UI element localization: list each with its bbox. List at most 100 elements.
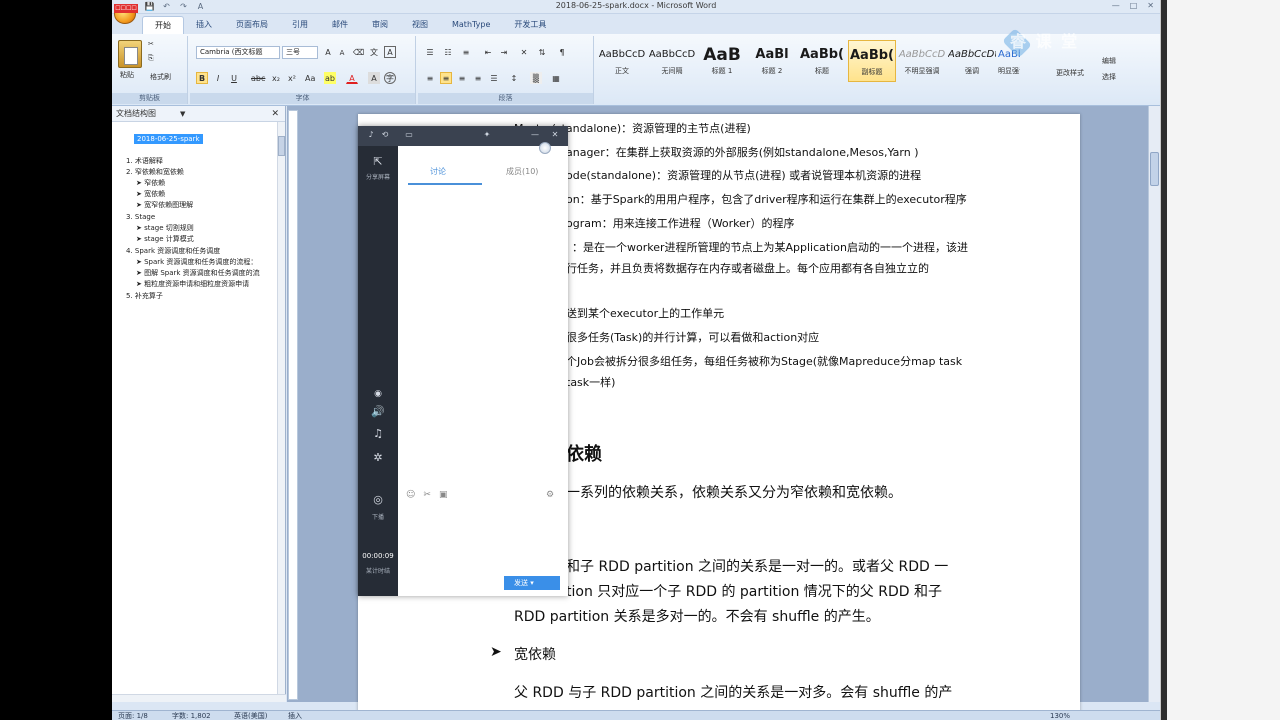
format-painter-button[interactable]: 格式刷 [150, 72, 171, 82]
map-item[interactable]: ➤ stage 计算模式 [136, 234, 194, 244]
status-mode[interactable]: 插入 [288, 711, 302, 720]
map-item[interactable]: 1. 术语解释 [126, 156, 163, 166]
align-left-icon[interactable]: ≡ [424, 72, 436, 84]
borders-icon[interactable]: ▦ [550, 72, 562, 84]
shrink-font-icon[interactable]: A [336, 46, 348, 58]
underline-button[interactable]: U [228, 72, 240, 84]
document-map-scrollbar[interactable] [277, 122, 285, 700]
style-heading-1[interactable]: AaB 标题 1 [698, 40, 746, 82]
tab-page-layout[interactable]: 页面布局 [224, 16, 280, 34]
copy-icon[interactable]: ⎘ [148, 54, 154, 63]
settings-icon[interactable]: ✲ [368, 450, 388, 466]
style-heading-2[interactable]: AaBl 标题 2 [748, 40, 796, 82]
italic-button[interactable]: I [212, 72, 224, 84]
status-language[interactable]: 英语(美国) [234, 711, 267, 720]
close-icon[interactable]: ✕ [550, 130, 560, 140]
tab-developer[interactable]: 开发工具 [502, 16, 558, 34]
multilevel-list-icon[interactable]: ≡ [460, 46, 472, 58]
align-right-icon[interactable]: ≡ [456, 72, 468, 84]
decrease-indent-icon[interactable]: ⇤ [482, 46, 494, 58]
image-icon[interactable]: ▣ [439, 490, 448, 500]
justify-icon[interactable]: ≡ [472, 72, 484, 84]
music-icon[interactable]: ♫ [368, 426, 388, 442]
map-item[interactable]: ➤ 宽依赖 [136, 189, 165, 199]
speaker-icon[interactable]: 🔊 [368, 404, 388, 420]
bold-button[interactable]: B [196, 72, 208, 84]
cut-icon[interactable]: ✂ [148, 40, 154, 48]
tab-home[interactable]: 开始 [142, 16, 184, 34]
map-item[interactable]: ➤ stage 切割规则 [136, 223, 194, 233]
scissors-icon[interactable]: ✂ [423, 490, 431, 500]
end-class-label[interactable]: 下播 [358, 512, 398, 521]
drag-handle-icon[interactable] [539, 142, 551, 154]
char-border-icon[interactable]: A [384, 46, 396, 58]
map-item[interactable]: ➤ Spark 资源调度和任务调度的流程： [136, 257, 257, 267]
tab-references[interactable]: 引用 [280, 16, 320, 34]
bullets-icon[interactable]: ☰ [424, 46, 436, 58]
style-subtle-emphasis[interactable]: AaBbCcD 不明显强调 [898, 40, 946, 82]
change-styles-button[interactable]: 更改样式 [1056, 68, 1084, 78]
office-button[interactable]: ☐☐☐☐ [114, 4, 138, 24]
tab-mailings[interactable]: 邮件 [320, 16, 360, 34]
map-item[interactable]: ➤ 窄依赖 [136, 178, 165, 188]
shading-icon[interactable]: ▒ [530, 72, 542, 84]
enclose-char-icon[interactable]: 字 [384, 72, 396, 84]
style-title[interactable]: AaBb( 标题 [798, 40, 846, 82]
scroll-thumb[interactable] [1150, 152, 1159, 186]
share-icon[interactable]: ⟲ [380, 130, 390, 140]
font-name-select[interactable]: Cambria (西文标题 [196, 46, 280, 59]
minimize-button[interactable]: — [1112, 1, 1120, 10]
map-item[interactable]: ➤ 粗粒度资源申请和细粒度资源申请 [136, 279, 249, 289]
distribute-icon[interactable]: ☰ [488, 72, 500, 84]
tab-members[interactable]: 成员(10) [506, 166, 538, 177]
map-item[interactable]: 2. 窄依赖和宽依赖 [126, 167, 184, 177]
phonetic-guide-icon[interactable]: 文 [368, 46, 380, 58]
document-scrollbar[interactable] [1148, 106, 1160, 702]
send-button[interactable]: 发送 ▾ [504, 576, 560, 590]
highlight-button[interactable]: ab [324, 72, 336, 84]
show-marks-icon[interactable]: ¶ [556, 46, 568, 58]
tab-discussion[interactable]: 讨论 [430, 166, 446, 177]
map-item[interactable]: 4. Spark 资源调度和任务调度 [126, 246, 220, 256]
subscript-button[interactable]: x₂ [270, 72, 282, 84]
strikethrough-button[interactable]: abc [250, 72, 266, 84]
style-subtitle[interactable]: AaBb( 副标题 [848, 40, 896, 82]
map-item[interactable]: ➤ 宽窄依赖图理解 [136, 200, 193, 210]
tab-review[interactable]: 审阅 [360, 16, 400, 34]
map-item[interactable]: 3. Stage [126, 212, 155, 222]
window-icon[interactable]: ▭ [404, 130, 414, 140]
emoji-icon[interactable]: ☺ [406, 490, 415, 500]
increase-indent-icon[interactable]: ⇥ [498, 46, 510, 58]
select-button[interactable]: 选择 [1102, 72, 1116, 82]
superscript-button[interactable]: x² [286, 72, 298, 84]
gear-icon[interactable]: ⚙ [546, 490, 554, 500]
chinese-layout-icon[interactable]: ✕ [518, 46, 530, 58]
char-shading-icon[interactable]: A [368, 72, 380, 84]
tab-view[interactable]: 视图 [400, 16, 440, 34]
align-center-icon[interactable]: ≡ [440, 72, 452, 84]
change-case-button[interactable]: Aa [304, 72, 316, 84]
scroll-thumb[interactable] [278, 136, 285, 156]
status-zoom[interactable]: 130% [1050, 711, 1070, 720]
map-item-doc[interactable]: 2018-06-25-spark [134, 134, 203, 144]
map-item[interactable]: 5. 补充算子 [126, 291, 163, 301]
style-no-spacing[interactable]: AaBbCcD 无间隔 [648, 40, 696, 82]
paste-label[interactable]: 粘贴 [120, 70, 134, 80]
close-icon[interactable]: ✕ [271, 106, 279, 122]
paste-icon[interactable] [118, 40, 142, 68]
style-emphasis[interactable]: AaBbCcDt 强调 [948, 40, 996, 82]
font-color-button[interactable]: A [346, 72, 358, 84]
sort-icon[interactable]: ⇅ [536, 46, 548, 58]
maximize-button[interactable]: □ [1130, 1, 1138, 10]
style-normal[interactable]: AaBbCcD 正文 [598, 40, 646, 82]
edit-button[interactable]: 编辑 [1102, 56, 1116, 66]
status-page[interactable]: 页面: 1/8 [118, 711, 148, 720]
document-map-hscrollbar[interactable] [112, 694, 286, 702]
status-words[interactable]: 字数: 1,802 [172, 711, 211, 720]
tab-insert[interactable]: 插入 [184, 16, 224, 34]
map-item[interactable]: ➤ 图解 Spark 资源调度和任务调度的流 [136, 268, 260, 278]
close-button[interactable]: ✕ [1147, 1, 1154, 10]
font-size-select[interactable]: 三号 [282, 46, 318, 59]
mic-icon[interactable]: ◎ [368, 492, 388, 508]
line-spacing-icon[interactable]: ↕ [508, 72, 520, 84]
